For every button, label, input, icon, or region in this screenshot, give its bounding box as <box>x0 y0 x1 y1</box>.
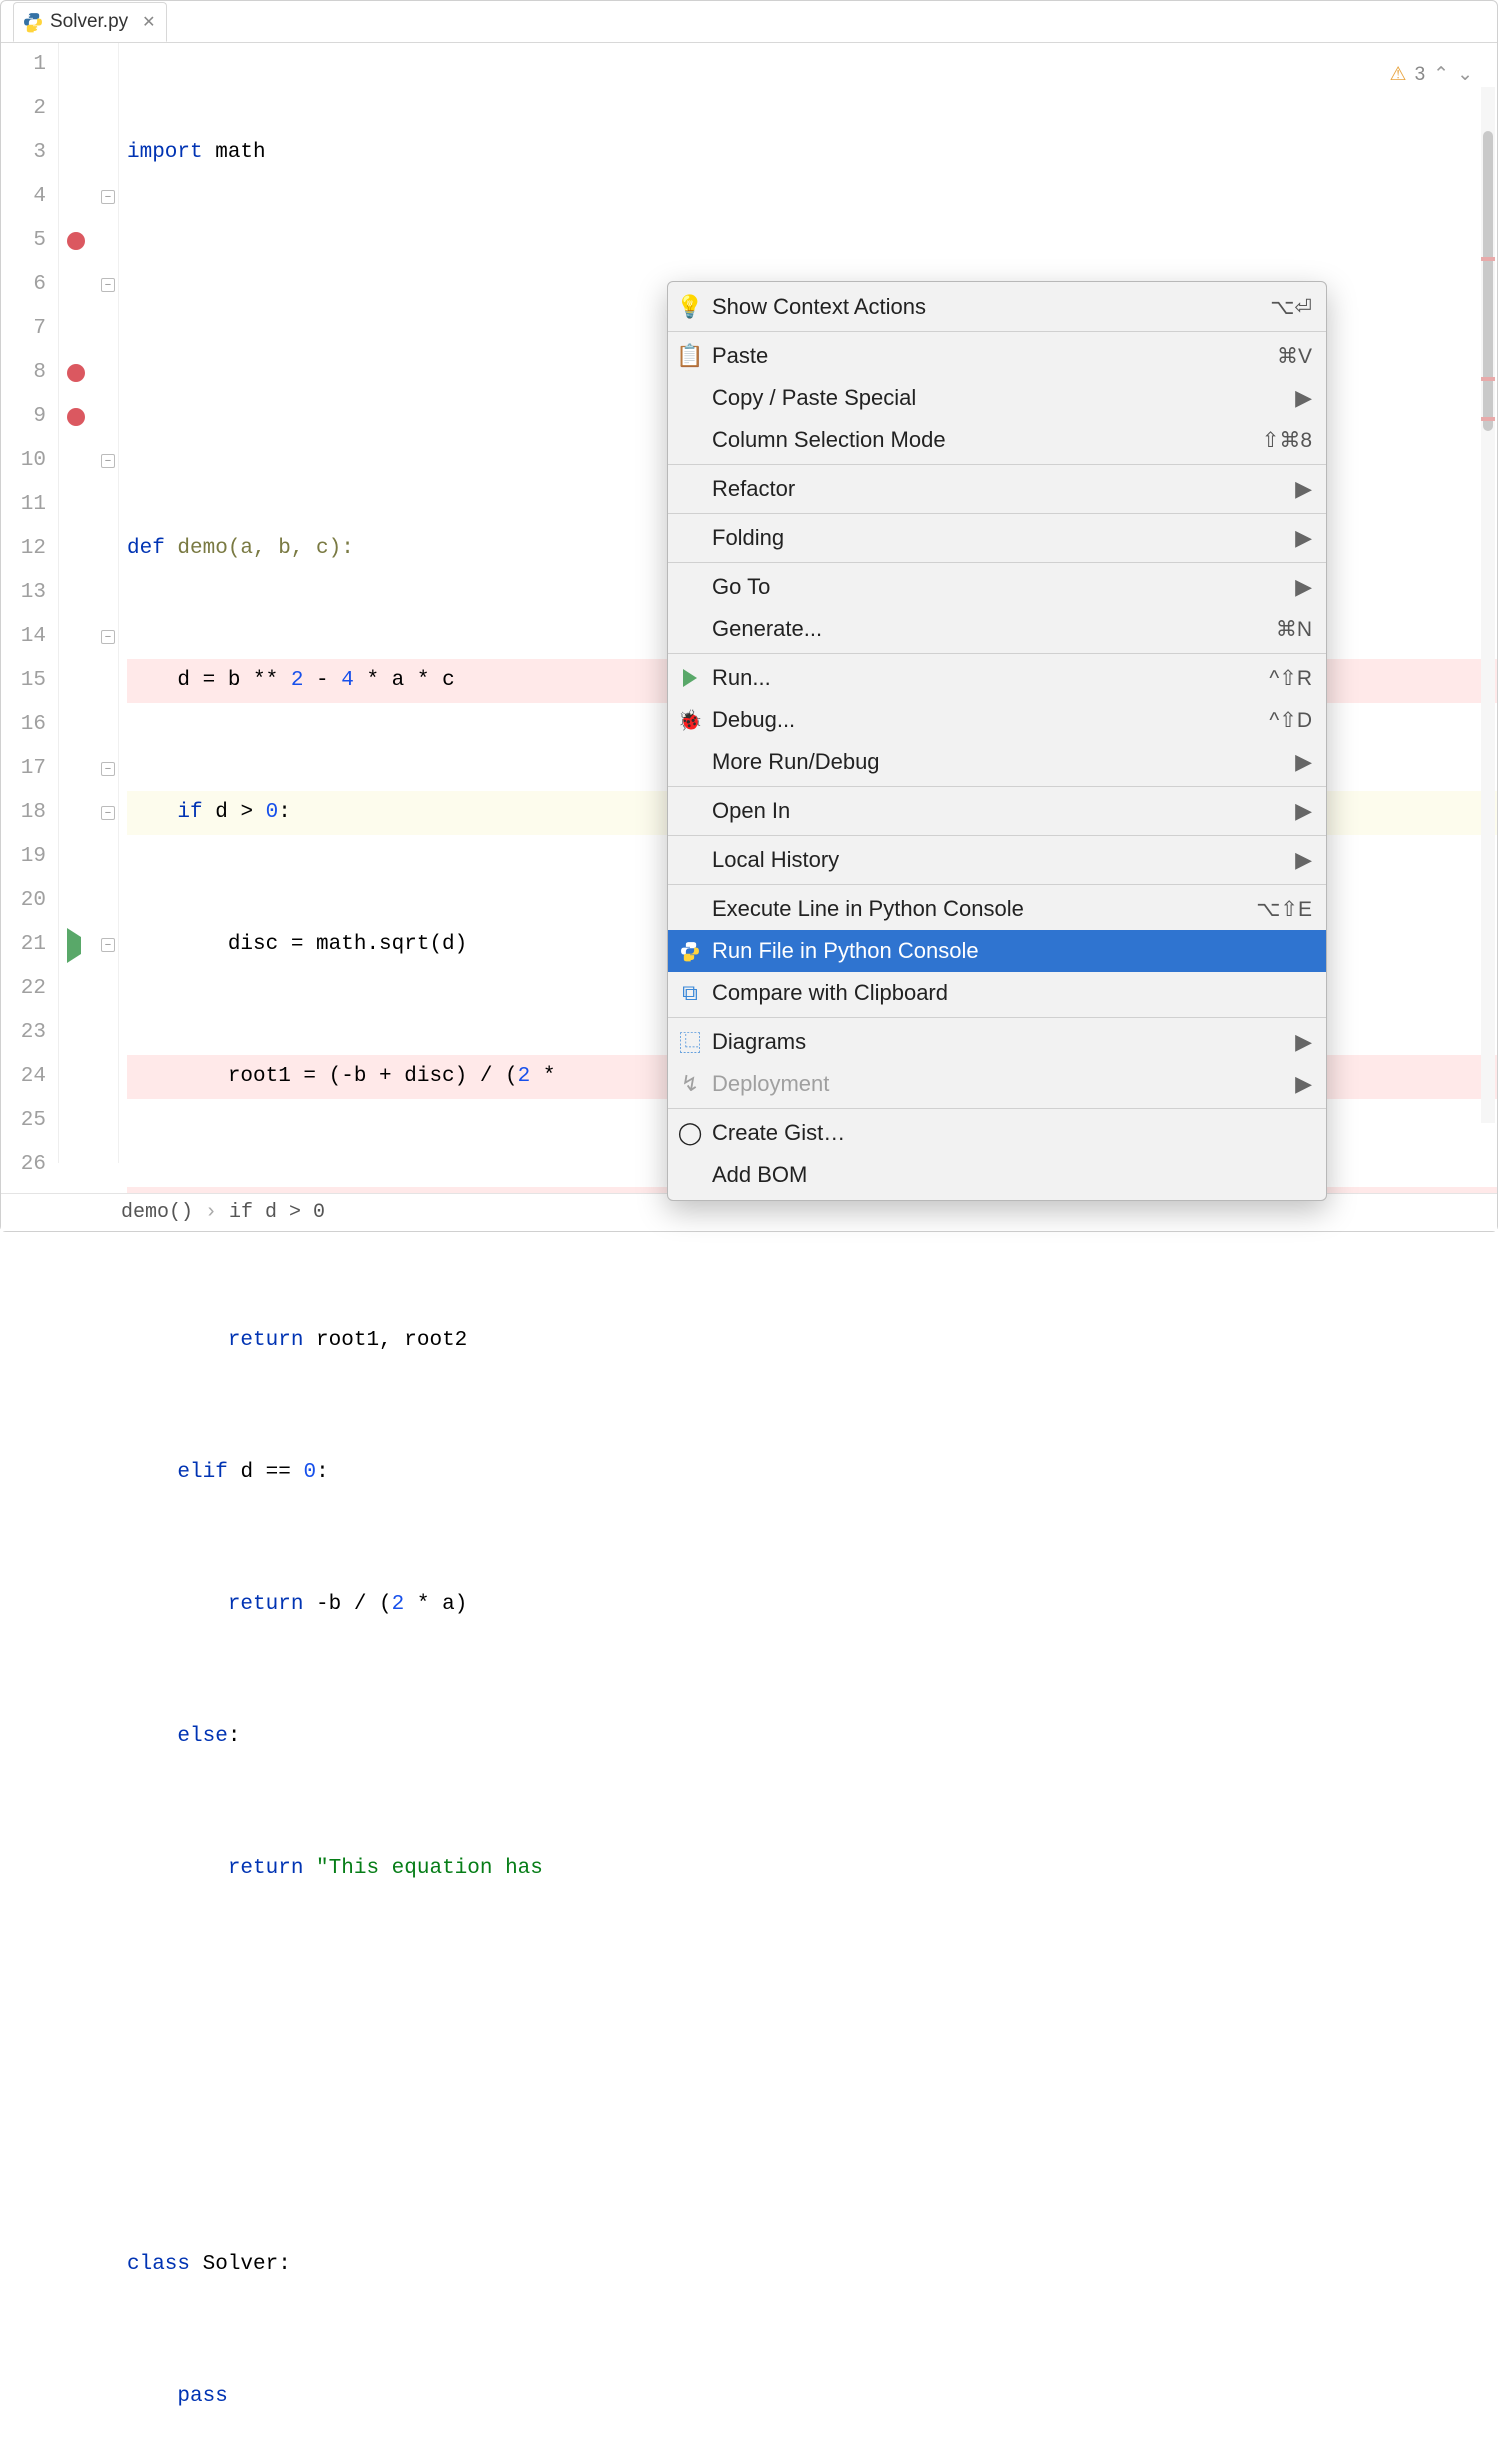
line-number: 4 <box>1 175 46 219</box>
breakpoint-icon[interactable] <box>67 408 85 426</box>
diff-icon: ⧉ <box>678 980 702 1006</box>
line-number: 9 <box>1 395 46 439</box>
submenu-arrow-icon: ▶ <box>1295 385 1312 411</box>
menu-more-run-debug[interactable]: More Run/Debug▶ <box>668 741 1326 783</box>
line-number: 11 <box>1 483 46 527</box>
bug-icon: 🐞 <box>678 708 702 733</box>
file-tab[interactable]: Solver.py ✕ <box>13 2 167 42</box>
line-number: 21 <box>1 923 46 967</box>
fold-toggle-icon[interactable]: − <box>101 278 115 292</box>
fold-toggle-icon[interactable]: − <box>101 806 115 820</box>
fold-toggle-icon[interactable]: − <box>101 630 115 644</box>
breadcrumb-item[interactable]: demo() <box>121 1201 193 1224</box>
line-number: 20 <box>1 879 46 923</box>
breadcrumb-item[interactable]: if d > 0 <box>229 1201 325 1224</box>
tab-label: Solver.py <box>50 11 128 33</box>
menu-diagrams[interactable]: ⿺Diagrams▶ <box>668 1021 1326 1063</box>
menu-show-context-actions[interactable]: 💡Show Context Actions⌥⏎ <box>668 286 1326 328</box>
scrollbar-thumb[interactable] <box>1483 131 1493 431</box>
breakpoint-icon[interactable] <box>67 364 85 382</box>
line-number: 14 <box>1 615 46 659</box>
deploy-icon: ↯ <box>678 1071 702 1097</box>
clipboard-icon: 📋 <box>678 343 702 369</box>
menu-debug[interactable]: 🐞Debug...^⇧D <box>668 699 1326 741</box>
line-number: 5 <box>1 219 46 263</box>
line-number: 7 <box>1 307 46 351</box>
menu-folding[interactable]: Folding▶ <box>668 517 1326 559</box>
menu-create-gist[interactable]: ◯Create Gist… <box>668 1112 1326 1154</box>
close-icon[interactable]: ✕ <box>142 12 155 32</box>
submenu-arrow-icon: ▶ <box>1295 798 1312 824</box>
python-icon <box>678 940 702 962</box>
bulb-icon: 💡 <box>678 294 702 320</box>
github-icon: ◯ <box>678 1120 702 1146</box>
run-icon <box>678 669 702 687</box>
scrollbar[interactable] <box>1481 87 1495 1123</box>
fold-toggle-icon[interactable]: − <box>101 454 115 468</box>
menu-execute-line[interactable]: Execute Line in Python Console⌥⇧E <box>668 888 1326 930</box>
menu-run-file-in-console[interactable]: Run File in Python Console <box>668 930 1326 972</box>
line-number: 8 <box>1 351 46 395</box>
menu-local-history[interactable]: Local History▶ <box>668 839 1326 881</box>
line-number: 25 <box>1 1099 46 1143</box>
error-stripe[interactable] <box>1481 257 1495 261</box>
warning-icon: ⚠ <box>1390 63 1407 86</box>
breakpoint-gutter[interactable] <box>59 43 99 1163</box>
chevron-right-icon: › <box>205 1201 217 1224</box>
submenu-arrow-icon: ▶ <box>1295 847 1312 873</box>
line-number: 18 <box>1 791 46 835</box>
menu-deployment: ↯Deployment▶ <box>668 1063 1326 1105</box>
menu-add-bom[interactable]: Add BOM <box>668 1154 1326 1196</box>
line-number: 6 <box>1 263 46 307</box>
submenu-arrow-icon: ▶ <box>1295 476 1312 502</box>
line-number: 23 <box>1 1011 46 1055</box>
inspection-widget[interactable]: ⚠ 3 ⌃ ⌄ <box>1390 63 1473 86</box>
line-number: 12 <box>1 527 46 571</box>
line-number: 19 <box>1 835 46 879</box>
python-file-icon <box>22 11 44 33</box>
context-menu: 💡Show Context Actions⌥⏎ 📋Paste⌘V Copy / … <box>667 281 1327 1201</box>
line-number: 24 <box>1 1055 46 1099</box>
menu-compare-clipboard[interactable]: ⧉Compare with Clipboard <box>668 972 1326 1014</box>
tab-bar: Solver.py ✕ <box>1 1 1497 43</box>
line-number: 16 <box>1 703 46 747</box>
line-number: 17 <box>1 747 46 791</box>
next-highlight-icon[interactable]: ⌄ <box>1457 63 1473 86</box>
submenu-arrow-icon: ▶ <box>1295 525 1312 551</box>
menu-run[interactable]: Run...^⇧R <box>668 657 1326 699</box>
line-number: 1 <box>1 43 46 87</box>
line-number: 26 <box>1 1143 46 1187</box>
menu-copy-paste-special[interactable]: Copy / Paste Special▶ <box>668 377 1326 419</box>
run-gutter-icon[interactable] <box>67 937 81 955</box>
menu-goto[interactable]: Go To▶ <box>668 566 1326 608</box>
menu-paste[interactable]: 📋Paste⌘V <box>668 335 1326 377</box>
submenu-arrow-icon: ▶ <box>1295 1071 1312 1097</box>
line-number: 10 <box>1 439 46 483</box>
error-stripe[interactable] <box>1481 377 1495 381</box>
menu-column-selection[interactable]: Column Selection Mode⇧⌘8 <box>668 419 1326 461</box>
line-number-gutter: 1234567891011121314151617181920212223242… <box>1 43 59 1163</box>
breakpoint-icon[interactable] <box>67 232 85 250</box>
menu-open-in[interactable]: Open In▶ <box>668 790 1326 832</box>
line-number: 15 <box>1 659 46 703</box>
submenu-arrow-icon: ▶ <box>1295 1029 1312 1055</box>
line-number: 13 <box>1 571 46 615</box>
menu-refactor[interactable]: Refactor▶ <box>668 468 1326 510</box>
diagram-icon: ⿺ <box>678 1026 702 1058</box>
fold-toggle-icon[interactable]: − <box>101 762 115 776</box>
submenu-arrow-icon: ▶ <box>1295 749 1312 775</box>
line-number: 3 <box>1 131 46 175</box>
fold-toggle-icon[interactable]: − <box>101 938 115 952</box>
fold-toggle-icon[interactable]: − <box>101 190 115 204</box>
line-number: 2 <box>1 87 46 131</box>
submenu-arrow-icon: ▶ <box>1295 574 1312 600</box>
error-stripe[interactable] <box>1481 417 1495 421</box>
fold-gutter[interactable]: − − − − − − − <box>99 43 119 1163</box>
line-number: 22 <box>1 967 46 1011</box>
menu-generate[interactable]: Generate...⌘N <box>668 608 1326 650</box>
prev-highlight-icon[interactable]: ⌃ <box>1433 63 1449 86</box>
warning-count: 3 <box>1415 64 1426 86</box>
